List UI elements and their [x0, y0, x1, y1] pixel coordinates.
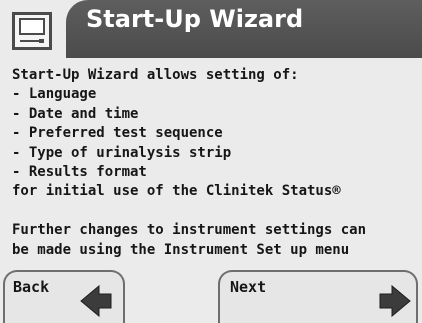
option-language: - Language: [12, 86, 97, 103]
option-test-sequence: - Preferred test sequence: [12, 125, 223, 142]
closing-text: for initial use of the Clinitek Status®: [12, 183, 341, 200]
option-results-format: - Results format: [12, 163, 147, 180]
option-date-time: - Date and time: [12, 105, 139, 122]
next-button-label: Next: [230, 278, 267, 296]
option-strip-type: - Type of urinalysis strip: [12, 144, 232, 161]
header-bar: Start-Up Wizard: [0, 0, 422, 60]
start-up-wizard-screen: Start-Up Wizard Start-Up Wizard allows s…: [0, 0, 422, 323]
back-button[interactable]: Back: [3, 270, 125, 323]
arrow-right-icon: [379, 284, 411, 318]
page-title: Start-Up Wizard: [86, 5, 304, 33]
note-line-2: be made using the Instrument Set up menu: [12, 241, 350, 258]
arrow-left-icon: [80, 284, 112, 318]
monitor-icon: [12, 12, 52, 50]
intro-text: Start-Up Wizard allows setting of:: [12, 67, 299, 83]
next-button[interactable]: Next: [218, 270, 418, 323]
back-button-label: Back: [13, 278, 50, 296]
note-line-1: Further changes to instrument settings c…: [12, 222, 367, 239]
wizard-description: Start-Up Wizard allows setting of: - Lan…: [12, 66, 416, 260]
